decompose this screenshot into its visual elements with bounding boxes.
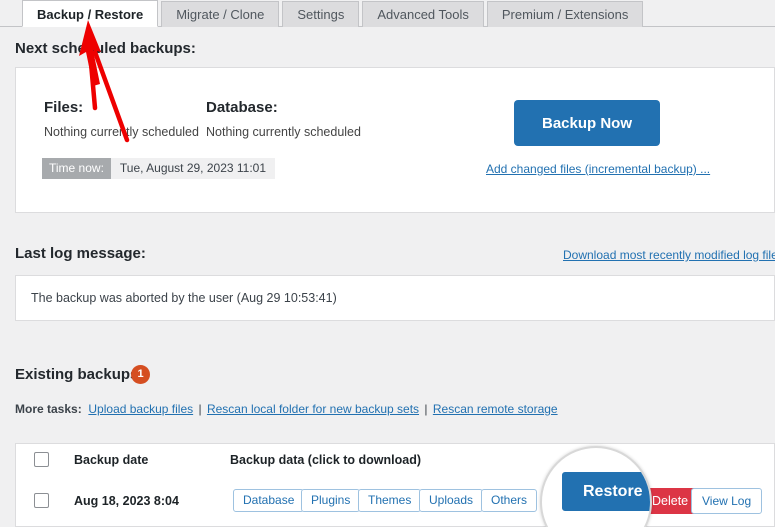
cell-backup-date: Aug 18, 2023 8:04 — [74, 494, 179, 508]
download-log-file-link[interactable]: Download most recently modified log file — [563, 248, 775, 262]
existing-backups-heading: Existing backups — [15, 366, 139, 383]
existing-backups-count-badge: 1 — [131, 365, 150, 384]
tab-premium-extensions-label: Premium / Extensions — [501, 7, 629, 22]
rescan-local-folder-link[interactable]: Rescan local folder for new backup sets — [207, 402, 419, 416]
download-uploads-button[interactable]: Uploads — [419, 489, 484, 512]
time-now-label: Time now: — [42, 158, 111, 179]
tab-backup-restore-label: Backup / Restore — [37, 7, 144, 22]
download-database-button[interactable]: Database — [233, 489, 305, 512]
database-column-title: Database: — [206, 99, 278, 116]
last-log-message-text: The backup was aborted by the user (Aug … — [31, 291, 337, 305]
tab-settings-label: Settings — [297, 7, 345, 22]
next-scheduled-backups-panel: Files: Nothing currently scheduled Datab… — [15, 67, 775, 213]
tab-migrate-clone[interactable]: Migrate / Clone — [161, 1, 280, 27]
tab-backup-restore[interactable]: Backup / Restore — [22, 0, 159, 27]
restore-button-spotlight-highlight: Restore — [540, 446, 652, 527]
tab-advanced-tools-label: Advanced Tools — [377, 7, 469, 22]
tab-settings[interactable]: Settings — [282, 1, 360, 27]
download-others-button[interactable]: Others — [481, 489, 538, 512]
tab-list: Backup / Restore Migrate / Clone Setting… — [22, 0, 646, 27]
last-log-message-panel: The backup was aborted by the user (Aug … — [15, 275, 775, 321]
more-tasks-label: More tasks: — [15, 402, 82, 416]
spotlight-inner: Restore — [542, 448, 650, 527]
row-select-checkbox[interactable] — [34, 493, 49, 508]
table-header-row: Backup date Backup data (click to downlo… — [16, 444, 774, 476]
select-all-checkbox[interactable] — [34, 452, 49, 467]
backup-now-button[interactable]: Backup Now — [514, 100, 660, 146]
rescan-remote-storage-link[interactable]: Rescan remote storage — [433, 402, 558, 416]
upload-backup-files-link[interactable]: Upload backup files — [88, 402, 193, 416]
incremental-backup-link[interactable]: Add changed files (incremental backup) .… — [486, 162, 710, 176]
time-now-value: Tue, August 29, 2023 11:01 — [110, 158, 276, 179]
time-now-badge: Time now: Tue, August 29, 2023 11:01 — [42, 158, 276, 179]
task-separator-1: | — [198, 402, 202, 416]
files-column-title: Files: — [44, 99, 84, 116]
download-plugins-button[interactable]: Plugins — [301, 489, 361, 512]
tab-migrate-clone-label: Migrate / Clone — [176, 7, 265, 22]
download-themes-button[interactable]: Themes — [358, 489, 422, 512]
restore-button-magnified[interactable]: Restore — [562, 472, 650, 511]
next-scheduled-backups-heading: Next scheduled backups: — [15, 40, 196, 57]
tab-premium-extensions[interactable]: Premium / Extensions — [486, 1, 644, 27]
view-log-button[interactable]: View Log — [691, 488, 763, 514]
column-header-backup-date: Backup date — [74, 453, 149, 467]
updraftplus-backup-restore-screen: Backup / Restore Migrate / Clone Setting… — [0, 0, 775, 527]
task-separator-2: | — [424, 402, 428, 416]
files-schedule-value: Nothing currently scheduled — [44, 125, 199, 139]
table-row: Aug 18, 2023 8:04 Database Plugins Theme… — [16, 475, 774, 526]
existing-backups-table: Backup date Backup data (click to downlo… — [15, 443, 775, 527]
tab-advanced-tools[interactable]: Advanced Tools — [362, 1, 484, 27]
column-header-backup-data: Backup data (click to download) — [230, 453, 421, 467]
database-schedule-value: Nothing currently scheduled — [206, 125, 361, 139]
tab-bar: Backup / Restore Migrate / Clone Setting… — [0, 0, 775, 27]
more-tasks-row: More tasks: Upload backup files | Rescan… — [15, 402, 558, 416]
last-log-message-heading: Last log message: — [15, 245, 146, 262]
